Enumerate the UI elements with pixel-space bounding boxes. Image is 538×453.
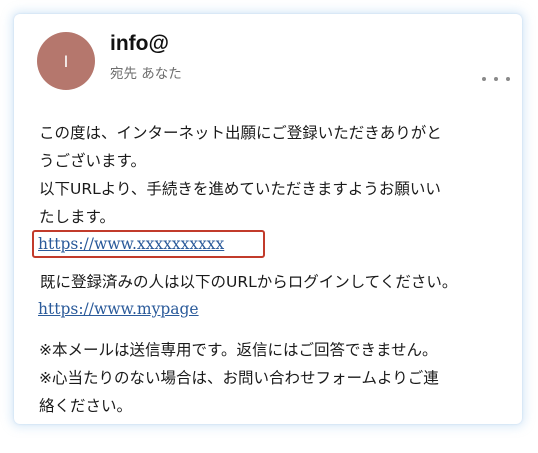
body-line: この度は、インターネット出願にご登録いただきありがと [39,124,442,142]
email-card: I info@ 宛先 あなた この度は、インターネット出願にご登録いただきありが… [14,14,522,424]
dot [482,77,486,81]
avatar-initial: I [63,51,69,71]
recipient-label: 宛先 あなた [110,66,182,82]
body-line: 以下URLより、手続きを進めていただきますようお願いい [39,180,441,198]
more-horizontal-icon[interactable] [482,72,510,86]
login-instruction-text: 既に登録済みの人は以下のURLからログインしてください。 [40,273,458,291]
mypage-link[interactable]: https://www.mypage [38,300,199,318]
avatar[interactable]: I [37,32,95,90]
note-line: ※心当たりのない場合は、お問い合わせフォームよりご連 [39,369,439,387]
sender-name[interactable]: info@ [110,32,169,56]
note-line: ※本メールは送信専用です。返信にはご回答できません。 [39,341,438,359]
email-notes: ※本メールは送信専用です。返信にはご回答できません。 ※心当たりのない場合は、お… [39,336,514,420]
note-line: 絡ください。 [39,397,133,415]
dot [506,77,510,81]
body-line: うございます。 [39,152,146,170]
dot [494,77,498,81]
email-body: この度は、インターネット出願にご登録いただきありがと うございます。 以下URL… [39,119,509,231]
highlighted-link-box: https://www.xxxxxxxxxx [32,230,265,258]
body-line: たします。 [39,208,115,226]
registration-link[interactable]: https://www.xxxxxxxxxx [38,235,224,253]
